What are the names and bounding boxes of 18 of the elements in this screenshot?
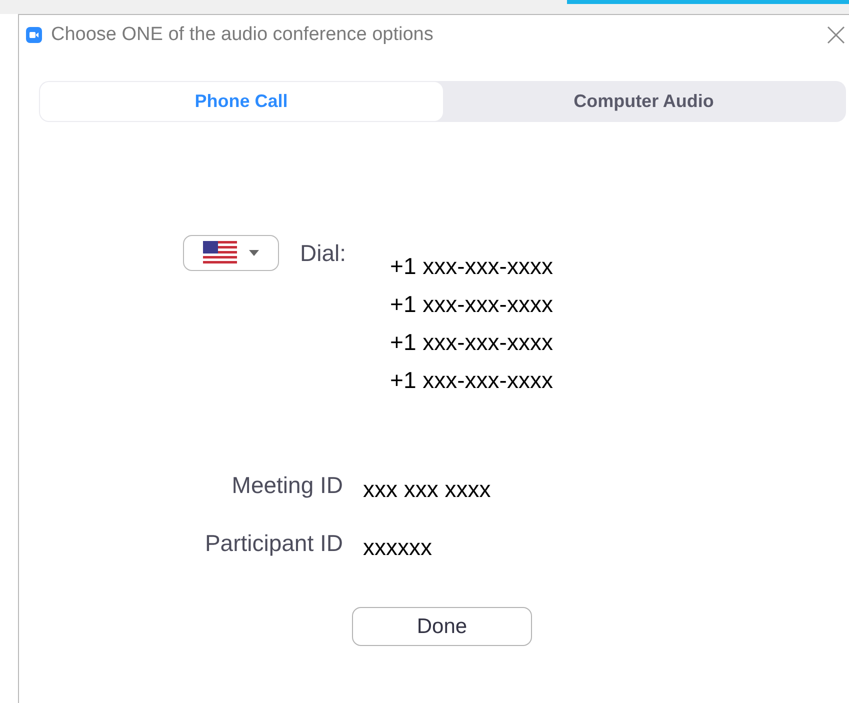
done-button[interactable]: Done — [352, 607, 532, 646]
flag-icon — [203, 241, 237, 265]
country-dropdown[interactable] — [183, 235, 279, 271]
field-label: Meeting ID — [230, 471, 343, 500]
camera-icon — [26, 27, 42, 43]
window-title: Choose ONE of the audio conference options — [51, 22, 434, 47]
phone-number: +1 xxx-xxx-xxxx — [390, 328, 553, 357]
tab[interactable]: Phone Call — [40, 82, 442, 121]
field-value: xxxxxx — [363, 533, 432, 562]
phone-number: +1 xxx-xxx-xxxx — [390, 252, 553, 281]
field-label: Participant ID — [204, 529, 343, 558]
dial-label: Dial: — [300, 239, 346, 267]
caret-icon — [249, 250, 259, 256]
close-icon[interactable] — [827, 26, 845, 44]
phone-number: +1 xxx-xxx-xxxx — [390, 366, 553, 395]
tab[interactable]: Computer Audio — [442, 82, 845, 121]
field-value: xxx xxx xxxx — [363, 475, 491, 504]
phone-number: +1 xxx-xxx-xxxx — [390, 290, 553, 319]
